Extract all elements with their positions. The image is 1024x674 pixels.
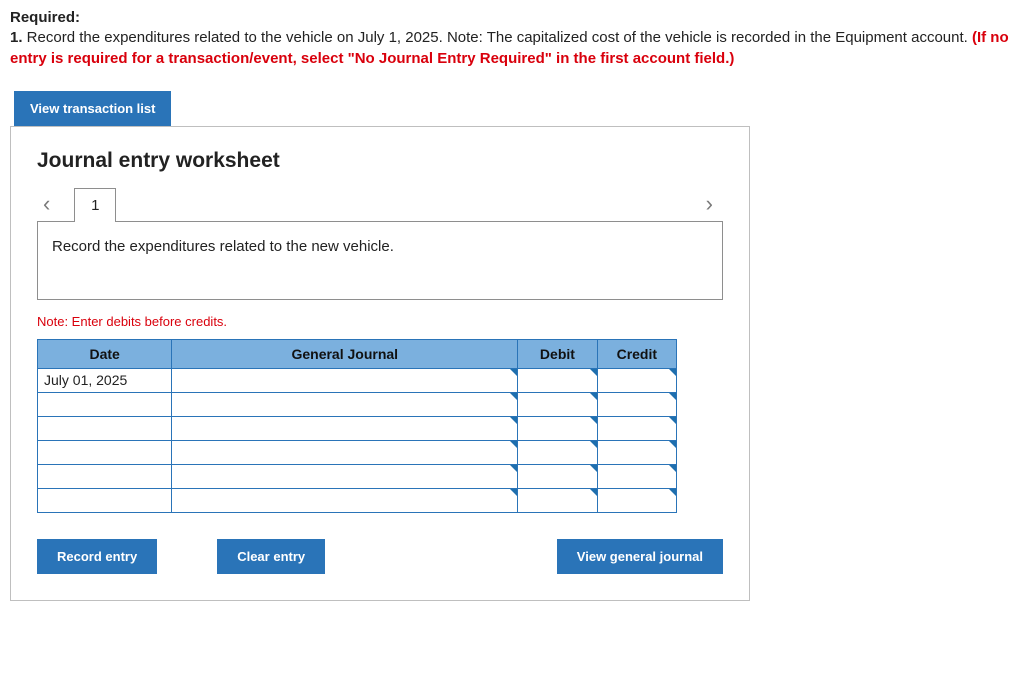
cell-general-journal[interactable] — [172, 416, 518, 440]
cell-general-journal[interactable] — [172, 392, 518, 416]
cell-debit[interactable] — [518, 440, 597, 464]
cell-credit[interactable] — [597, 488, 676, 512]
cell-general-journal[interactable] — [172, 488, 518, 512]
cell-general-journal[interactable] — [172, 368, 518, 392]
view-transaction-list-button[interactable]: View transaction list — [14, 91, 171, 126]
cell-credit[interactable] — [597, 464, 676, 488]
record-entry-button[interactable]: Record entry — [37, 539, 157, 574]
cell-credit[interactable] — [597, 440, 676, 464]
table-row — [38, 488, 677, 512]
chevron-left-icon[interactable]: ‹ — [37, 191, 56, 217]
cell-debit[interactable] — [518, 392, 597, 416]
worksheet-title: Journal entry worksheet — [37, 149, 723, 173]
cell-date[interactable] — [38, 440, 172, 464]
chevron-right-icon[interactable]: › — [700, 191, 719, 217]
table-row — [38, 464, 677, 488]
required-text: Record the expenditures related to the v… — [23, 29, 972, 46]
required-item-number: 1. — [10, 29, 23, 46]
journal-table: Date General Journal Debit Credit July 0… — [37, 339, 677, 513]
table-header-row: Date General Journal Debit Credit — [38, 339, 677, 368]
cell-general-journal[interactable] — [172, 464, 518, 488]
note-text: Note: Enter debits before credits. — [37, 314, 723, 329]
cell-date[interactable] — [38, 488, 172, 512]
table-row — [38, 392, 677, 416]
button-row: Record entry Clear entry View general jo… — [37, 539, 723, 574]
cell-debit[interactable] — [518, 416, 597, 440]
header-date: Date — [38, 339, 172, 368]
cell-general-journal[interactable] — [172, 440, 518, 464]
cell-credit[interactable] — [597, 392, 676, 416]
cell-credit[interactable] — [597, 368, 676, 392]
instruction-box: Record the expenditures related to the n… — [37, 221, 723, 300]
clear-entry-button[interactable]: Clear entry — [217, 539, 325, 574]
header-debit: Debit — [518, 339, 597, 368]
cell-date[interactable] — [38, 464, 172, 488]
cell-debit[interactable] — [518, 368, 597, 392]
tab-row: ‹ 1 › — [37, 187, 723, 221]
required-label: Required: — [10, 9, 80, 26]
cell-date[interactable]: July 01, 2025 — [38, 368, 172, 392]
cell-debit[interactable] — [518, 488, 597, 512]
worksheet-panel: Journal entry worksheet ‹ 1 › Record the… — [10, 126, 750, 601]
tab-1-label: 1 — [91, 197, 99, 214]
table-row: July 01, 2025 — [38, 368, 677, 392]
table-row — [38, 416, 677, 440]
cell-credit[interactable] — [597, 416, 676, 440]
required-block: Required: 1. Record the expenditures rel… — [10, 8, 1014, 69]
cell-debit[interactable] — [518, 464, 597, 488]
table-row — [38, 440, 677, 464]
view-general-journal-button[interactable]: View general journal — [557, 539, 723, 574]
tab-1[interactable]: 1 — [74, 188, 116, 222]
cell-date[interactable] — [38, 392, 172, 416]
header-general-journal: General Journal — [172, 339, 518, 368]
instruction-text: Record the expenditures related to the n… — [52, 238, 394, 255]
cell-date[interactable] — [38, 416, 172, 440]
header-credit: Credit — [597, 339, 676, 368]
